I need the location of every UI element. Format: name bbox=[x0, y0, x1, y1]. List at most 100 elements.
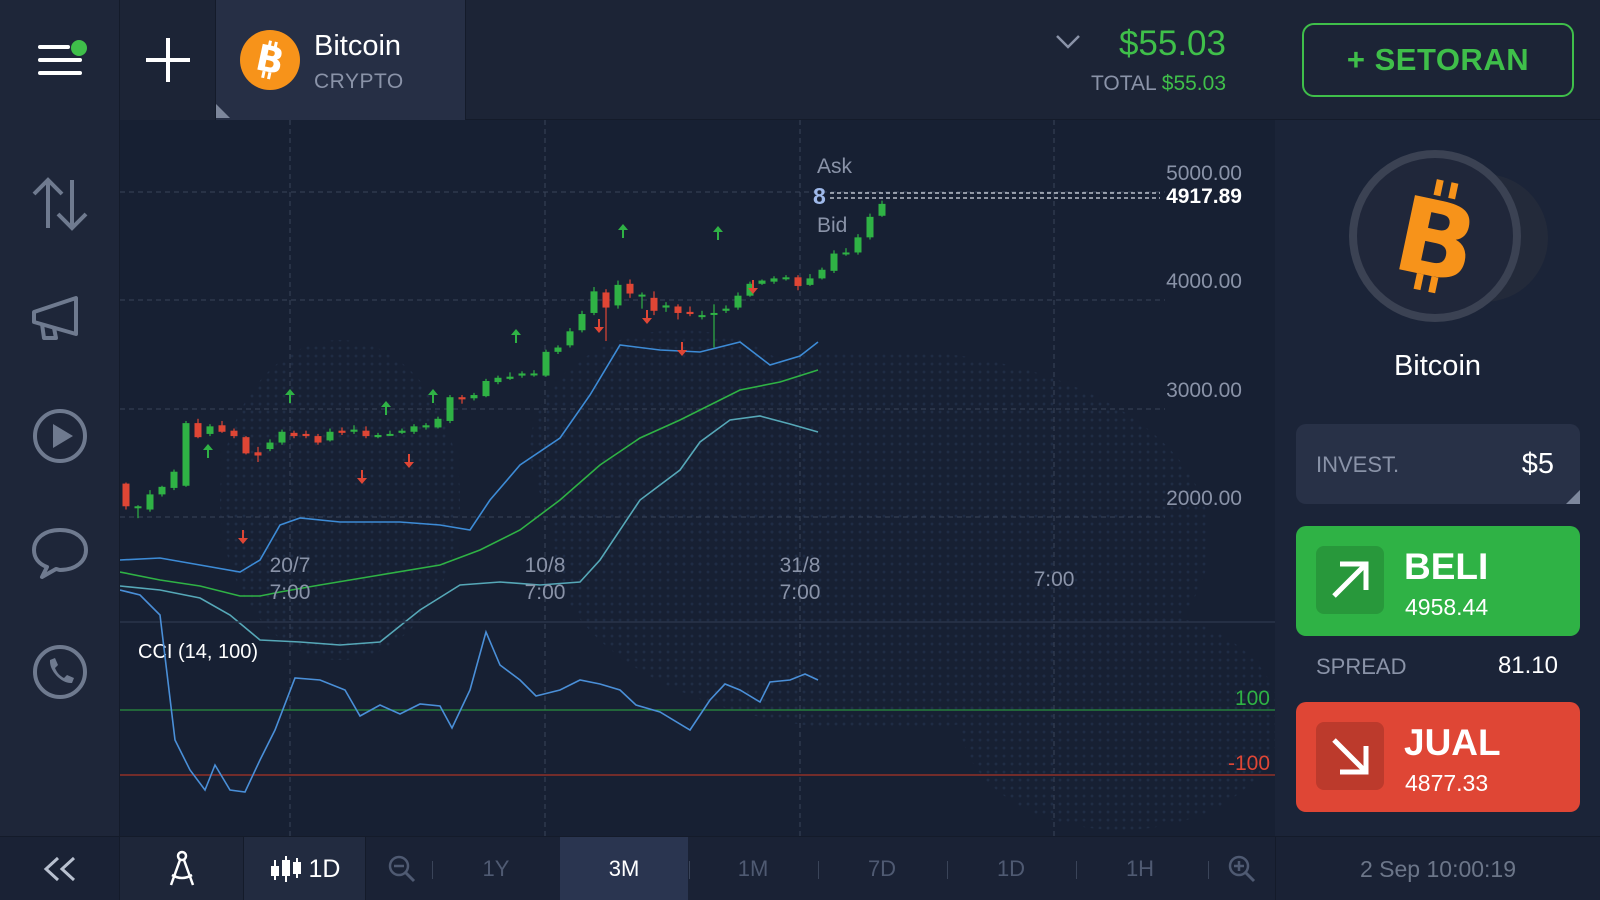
candle-body bbox=[170, 471, 178, 488]
period-1y[interactable]: 1Y bbox=[432, 837, 560, 900]
left-sidebar bbox=[0, 120, 120, 836]
candle-body bbox=[854, 237, 862, 253]
zoom-in-icon bbox=[1228, 855, 1256, 883]
sell-price: 4877.33 bbox=[1405, 770, 1489, 796]
zoom-out-icon bbox=[388, 855, 416, 883]
candle-body bbox=[470, 395, 478, 399]
candle-body bbox=[614, 284, 622, 306]
candle-body bbox=[134, 506, 142, 509]
time-tick-date: 20/7 bbox=[270, 554, 311, 577]
candle-body bbox=[566, 331, 574, 346]
candle-body bbox=[638, 294, 646, 297]
time-tick-date: 10/8 bbox=[525, 554, 566, 577]
chat-icon[interactable] bbox=[28, 520, 92, 584]
sell-button[interactable]: JUAL 4877.33 bbox=[1296, 702, 1580, 812]
candle-body bbox=[770, 278, 778, 282]
candle-body bbox=[758, 280, 766, 284]
candle-body bbox=[878, 203, 886, 216]
phone-icon[interactable] bbox=[28, 640, 92, 704]
play-video-icon[interactable] bbox=[28, 404, 92, 468]
candle-body bbox=[806, 278, 814, 285]
candle-body bbox=[506, 376, 514, 379]
candle-body bbox=[650, 297, 658, 311]
megaphone-icon[interactable] bbox=[28, 288, 92, 352]
zoom-out-button[interactable] bbox=[376, 837, 428, 900]
top-bar: B Bitcoin CRYPTO $55.03 TOTAL $55.03 + S… bbox=[0, 0, 1600, 120]
candle-body bbox=[206, 426, 214, 434]
candle-body bbox=[350, 429, 358, 432]
candle-body bbox=[674, 306, 682, 313]
candle-body bbox=[842, 252, 850, 255]
candle-body bbox=[602, 292, 610, 308]
compass-icon bbox=[169, 850, 194, 886]
candle-body bbox=[866, 216, 874, 238]
period-1d[interactable]: 1D bbox=[947, 837, 1075, 900]
candle-body bbox=[254, 452, 262, 456]
candle-body bbox=[578, 314, 586, 331]
candle-body bbox=[782, 277, 790, 280]
chart-type-button[interactable]: 1D bbox=[244, 837, 366, 900]
candle-body bbox=[554, 347, 562, 352]
field-corner-icon bbox=[1566, 490, 1580, 504]
price-marker-digit: 8 bbox=[813, 183, 826, 209]
candle-body bbox=[794, 277, 802, 286]
time-tick-time: 7:00 bbox=[1034, 568, 1075, 591]
datetime-display: 2 Sep 10:00:19 bbox=[1275, 837, 1600, 900]
asset-name: Bitcoin bbox=[314, 30, 402, 62]
balance-dropdown[interactable]: $55.03 TOTAL $55.03 bbox=[1056, 24, 1226, 96]
candle-body bbox=[494, 377, 502, 383]
time-tick-time: 7:00 bbox=[780, 581, 821, 604]
asset-type: CRYPTO bbox=[314, 70, 404, 93]
zoom-in-button[interactable] bbox=[1216, 837, 1268, 900]
invest-amount-field[interactable]: INVEST. $5 bbox=[1296, 424, 1580, 504]
menu-button[interactable] bbox=[0, 0, 120, 120]
world-map-background bbox=[220, 330, 1275, 830]
period-1h[interactable]: 1H bbox=[1076, 837, 1204, 900]
plus-icon bbox=[146, 38, 190, 82]
candle-body bbox=[698, 315, 706, 318]
candle-body bbox=[242, 437, 250, 454]
candle-body bbox=[266, 442, 274, 450]
bitcoin-large-icon: B bbox=[1349, 150, 1549, 330]
price-tick: 4000.00 bbox=[1166, 270, 1242, 293]
sell-label: JUAL bbox=[1404, 722, 1501, 763]
deposit-button[interactable]: + SETORAN bbox=[1302, 23, 1574, 97]
candle-body bbox=[194, 423, 202, 438]
balance-amount: $55.03 bbox=[1118, 24, 1226, 63]
menu-icon bbox=[38, 40, 87, 75]
collapse-button[interactable] bbox=[0, 837, 120, 900]
time-tick-time: 7:00 bbox=[270, 581, 311, 604]
candle-body bbox=[710, 312, 718, 315]
asset-tab-bitcoin[interactable]: B Bitcoin CRYPTO bbox=[216, 0, 466, 120]
price-chart[interactable]: Ask Bid 8 4917.89 5000.00 4000.00 3000.0… bbox=[120, 120, 1275, 836]
candle-body bbox=[626, 283, 634, 294]
period-1m[interactable]: 1M bbox=[689, 837, 817, 900]
chevron-down-icon bbox=[1056, 35, 1080, 49]
candle-body bbox=[362, 430, 370, 437]
bid-label: Bid bbox=[817, 214, 847, 237]
price-tick: 2000.00 bbox=[1166, 487, 1242, 510]
period-3m[interactable]: 3M bbox=[560, 837, 688, 900]
cci-level-lower: -100 bbox=[1228, 752, 1270, 775]
candle-body bbox=[290, 432, 298, 437]
period-7d[interactable]: 7D bbox=[818, 837, 946, 900]
tab-corner-icon bbox=[216, 104, 230, 118]
buy-button[interactable]: BELI 4958.44 bbox=[1296, 526, 1580, 636]
add-asset-button[interactable] bbox=[120, 0, 216, 120]
candle-body bbox=[590, 291, 598, 313]
candle-body bbox=[734, 295, 742, 308]
candle-body bbox=[662, 305, 670, 308]
current-price-label: 4917.89 bbox=[1166, 185, 1242, 208]
balance-total: TOTAL $55.03 bbox=[1090, 72, 1226, 95]
arrow-down-right-icon bbox=[1316, 722, 1384, 790]
candle-body bbox=[446, 397, 454, 421]
candle-body bbox=[518, 373, 526, 376]
chart-area[interactable]: Ask Bid 8 4917.89 5000.00 4000.00 3000.0… bbox=[120, 120, 1275, 836]
trades-arrows-icon[interactable] bbox=[28, 172, 92, 236]
drawing-tools-button[interactable] bbox=[120, 837, 244, 900]
candle-body bbox=[722, 308, 730, 311]
arrow-up-right-icon bbox=[1316, 546, 1384, 614]
candle-body bbox=[302, 433, 310, 437]
candle-body bbox=[434, 418, 442, 428]
spread-label: SPREAD bbox=[1316, 654, 1407, 679]
